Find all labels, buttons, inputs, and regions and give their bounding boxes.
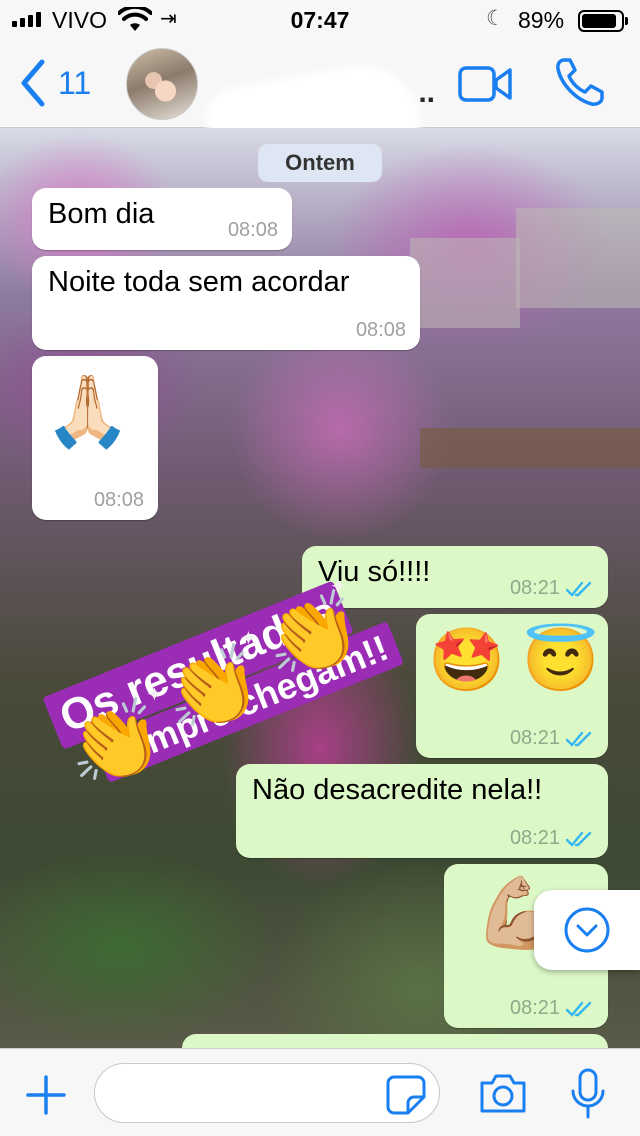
read-ticks-icon: [566, 731, 592, 747]
message-meta: 08:21: [510, 997, 594, 1020]
background-wall: [410, 238, 520, 328]
message-meta: 08:21: [510, 577, 594, 600]
read-ticks-icon: [566, 1001, 592, 1017]
read-ticks-icon: [566, 831, 592, 847]
background-wall: [516, 208, 640, 308]
contact-name-text: ..: [418, 76, 435, 109]
message-bubble[interactable]: Não desacredite nela!! 08:21: [236, 764, 608, 858]
message-bubble-partial[interactable]: [182, 1034, 608, 1048]
message-meta: 08:08: [356, 319, 406, 342]
message-text: Noite toda sem acordar: [48, 266, 350, 298]
message-text: Não desacredite nela!!: [252, 774, 543, 806]
message-bubble[interactable]: Bom dia 08:08: [32, 188, 292, 250]
message-meta: 08:21: [510, 827, 594, 850]
do-not-disturb-moon-icon: ☾: [486, 6, 505, 30]
camera-icon[interactable]: [478, 1071, 528, 1115]
phone-call-icon[interactable]: [554, 56, 606, 108]
message-time: 08:21: [509, 827, 560, 849]
plus-icon[interactable]: [24, 1073, 68, 1117]
microphone-icon[interactable]: [568, 1067, 608, 1121]
unread-chats-count: 11: [58, 64, 92, 101]
message-time: 08:21: [509, 727, 560, 749]
read-ticks-icon: [566, 581, 592, 597]
contact-avatar[interactable]: [126, 48, 198, 120]
message-time: 08:08: [355, 319, 406, 341]
battery-icon: [578, 10, 628, 32]
message-meta: 08:21: [510, 727, 594, 750]
message-text: Bom dia: [48, 198, 155, 230]
message-time: 08:21: [509, 997, 560, 1019]
praying-hands-emoji: 🙏🏻: [44, 372, 132, 450]
status-bar: VIVO ⇥ 07:47 ☾ 89%: [0, 0, 640, 40]
scroll-to-bottom-button[interactable]: [534, 890, 640, 970]
sticker-icon[interactable]: [384, 1073, 428, 1117]
date-separator: Ontem: [258, 144, 382, 182]
message-meta: 08:08: [228, 219, 278, 242]
message-bubble[interactable]: 🙏🏻 08:08: [32, 356, 158, 520]
sparkle-mark: ✦: [240, 626, 257, 650]
video-call-icon[interactable]: [458, 64, 512, 104]
clapping-hands-sticker: 👏: [160, 636, 267, 739]
chevron-down-circle-icon: [564, 907, 610, 953]
sparkle-mark: ✦: [330, 574, 347, 598]
message-bubble[interactable]: 🤩 😇 08:21: [416, 614, 608, 758]
composer-bar: [0, 1048, 640, 1136]
clapping-hands-sticker: 👏: [62, 690, 169, 793]
message-bubble[interactable]: Noite toda sem acordar 08:08: [32, 256, 420, 350]
chat-header: 11 ..: [0, 40, 640, 187]
sparkle-mark: ✦: [146, 682, 163, 706]
message-time: 08:08: [227, 219, 278, 241]
message-time: 08:21: [509, 577, 560, 599]
battery-percent: 89%: [518, 7, 565, 33]
clapping-hands-sticker: 👏: [260, 582, 367, 685]
back-chevron-icon: [21, 59, 45, 107]
back-button[interactable]: 11: [14, 56, 91, 110]
star-struck-halo-emoji: 🤩 😇: [428, 626, 600, 695]
background-beam: [420, 428, 640, 468]
chat-area[interactable]: Ontem Bom dia 08:08 Noite toda sem acord…: [0, 128, 640, 1048]
